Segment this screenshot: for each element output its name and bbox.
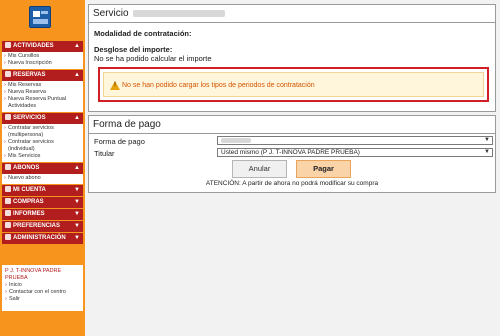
pay-button[interactable]: Pagar bbox=[296, 160, 351, 178]
logo-area bbox=[0, 0, 85, 36]
sidebar-section-4[interactable]: MI CUENTA ▼ bbox=[2, 185, 83, 196]
payment-panel: Forma de pago Forma de pago ▼ Titular Us… bbox=[88, 115, 496, 193]
section-icon bbox=[5, 234, 11, 240]
redacted-payment-method bbox=[221, 137, 251, 143]
sidebar-item[interactable]: Contratar servicios (multipersona) bbox=[4, 125, 81, 139]
sidebar-section-0[interactable]: ACTIVIDADES ▲ bbox=[2, 41, 83, 52]
section-icon bbox=[5, 222, 11, 228]
user-box: P J. T-INNOVA PADRE PRUEBA InicioContact… bbox=[2, 265, 83, 311]
mode-label: Modalidad de contratación: bbox=[94, 29, 192, 38]
section-icon bbox=[5, 164, 11, 170]
chevron-down-icon: ▼ bbox=[74, 211, 80, 217]
sidebar-item[interactable]: Nueva Reserva Puntual Actividades bbox=[4, 96, 81, 110]
holder-select-value: Usted mismo (P J. T-INNOVA PADRE PRUEBA) bbox=[221, 149, 360, 156]
chevron-down-icon: ▼ bbox=[484, 137, 490, 143]
section-icon bbox=[5, 71, 11, 77]
sidebar-section-items: Contratar servicios (multipersona)Contra… bbox=[2, 124, 83, 162]
user-link[interactable]: Inicio bbox=[5, 282, 80, 289]
chevron-down-icon: ▼ bbox=[74, 235, 80, 241]
sidebar-section-title: ADMINISTRACIÓN bbox=[13, 235, 66, 241]
service-panel: Servicio Modalidad de contratación: Desg… bbox=[88, 4, 496, 112]
sidebar-section-1[interactable]: RESERVAS ▲ bbox=[2, 70, 83, 81]
sidebar-item[interactable]: Mis Cursillos bbox=[4, 53, 81, 60]
chevron-up-icon: ▲ bbox=[74, 165, 80, 171]
warning-text: No se han podido cargar los tipos de per… bbox=[122, 82, 315, 89]
payment-method-label: Forma de pago bbox=[94, 137, 145, 146]
holder-label: Titular bbox=[94, 149, 115, 158]
sidebar-section-title: MI CUENTA bbox=[13, 187, 46, 193]
sidebar-section-title: COMPRAS bbox=[13, 199, 44, 205]
sidebar-section-7[interactable]: PREFERENCIAS ▼ bbox=[2, 221, 83, 232]
sidebar-section-title: INFORMES bbox=[13, 211, 45, 217]
section-icon bbox=[5, 186, 11, 192]
payment-method-select[interactable]: ▼ bbox=[217, 136, 493, 145]
cancel-button[interactable]: Anular bbox=[232, 160, 287, 178]
user-links: InicioContactar con el centroSalir bbox=[5, 282, 80, 303]
user-link[interactable]: Contactar con el centro bbox=[5, 289, 80, 296]
chevron-up-icon: ▲ bbox=[74, 115, 80, 121]
chevron-down-icon: ▼ bbox=[74, 199, 80, 205]
holder-select[interactable]: Usted mismo (P J. T-INNOVA PADRE PRUEBA)… bbox=[217, 148, 493, 157]
sidebar-section-items: Mis CursillosNueva Inscripción bbox=[2, 52, 83, 69]
sidebar-section-2[interactable]: SERVICIOS ▲ bbox=[2, 113, 83, 124]
breakdown-value: No se ha podido calcular el importe bbox=[94, 54, 212, 63]
sidebar-section-6[interactable]: INFORMES ▼ bbox=[2, 209, 83, 220]
sidebar-item[interactable]: Mis Reservas bbox=[4, 82, 81, 89]
sidebar-section-8[interactable]: ADMINISTRACIÓN ▼ bbox=[2, 233, 83, 244]
sidebar: ACTIVIDADES ▲ Mis CursillosNueva Inscripci… bbox=[0, 0, 85, 336]
sidebar-section-5[interactable]: COMPRAS ▼ bbox=[2, 197, 83, 208]
chevron-down-icon: ▼ bbox=[484, 149, 490, 155]
warning-box: No se han podido cargar los tipos de per… bbox=[98, 67, 489, 102]
sidebar-item[interactable]: Nueva Reserva bbox=[4, 89, 81, 96]
chevron-down-icon: ▼ bbox=[74, 223, 80, 229]
app-frame: ACTIVIDADES ▲ Mis CursillosNueva Inscripci… bbox=[0, 0, 500, 336]
chevron-down-icon: ▼ bbox=[74, 187, 80, 193]
sidebar-section-title: PREFERENCIAS bbox=[13, 223, 61, 229]
redacted-service-name bbox=[132, 9, 225, 17]
warning-icon bbox=[110, 81, 120, 90]
sidebar-section-items: Mis ReservasNueva ReservaNueva Reserva P… bbox=[2, 81, 83, 112]
user-link[interactable]: Salir bbox=[5, 296, 80, 303]
section-icon bbox=[5, 42, 11, 48]
sidebar-section-title: ABONOS bbox=[13, 165, 40, 171]
sidebar-item[interactable]: Mis Servicios bbox=[4, 153, 81, 160]
sidebar-section-title: RESERVAS bbox=[13, 72, 46, 78]
user-name: P J. T-INNOVA PADRE PRUEBA bbox=[5, 268, 62, 281]
section-icon bbox=[5, 114, 11, 120]
chevron-up-icon: ▲ bbox=[74, 72, 80, 78]
section-icon bbox=[5, 198, 11, 204]
breakdown-label: Desglose del importe: bbox=[94, 45, 173, 54]
service-title-text: Servicio bbox=[93, 8, 129, 19]
sidebar-section-items: Nuevo abono bbox=[2, 174, 83, 184]
sidebar-item[interactable]: Nuevo abono bbox=[4, 175, 81, 182]
chevron-up-icon: ▲ bbox=[74, 43, 80, 49]
sidebar-item[interactable]: Contratar servicios (individual) bbox=[4, 139, 81, 153]
service-panel-title: Servicio bbox=[89, 5, 495, 23]
sidebar-item[interactable]: Nueva Inscripción bbox=[4, 60, 81, 67]
warning-inner: No se han podido cargar los tipos de per… bbox=[103, 72, 484, 97]
app-logo[interactable] bbox=[29, 6, 51, 28]
sidebar-section-title: ACTIVIDADES bbox=[13, 43, 54, 49]
sidebar-menu: ACTIVIDADES ▲ Mis CursillosNueva Inscripci… bbox=[2, 40, 83, 244]
sidebar-section-3[interactable]: ABONOS ▲ bbox=[2, 163, 83, 174]
purchase-notice: ATENCIÓN: A partir de ahora no podrá mod… bbox=[205, 180, 379, 187]
section-icon bbox=[5, 210, 11, 216]
sidebar-section-title: SERVICIOS bbox=[13, 115, 46, 121]
payment-panel-title: Forma de pago bbox=[89, 116, 495, 134]
